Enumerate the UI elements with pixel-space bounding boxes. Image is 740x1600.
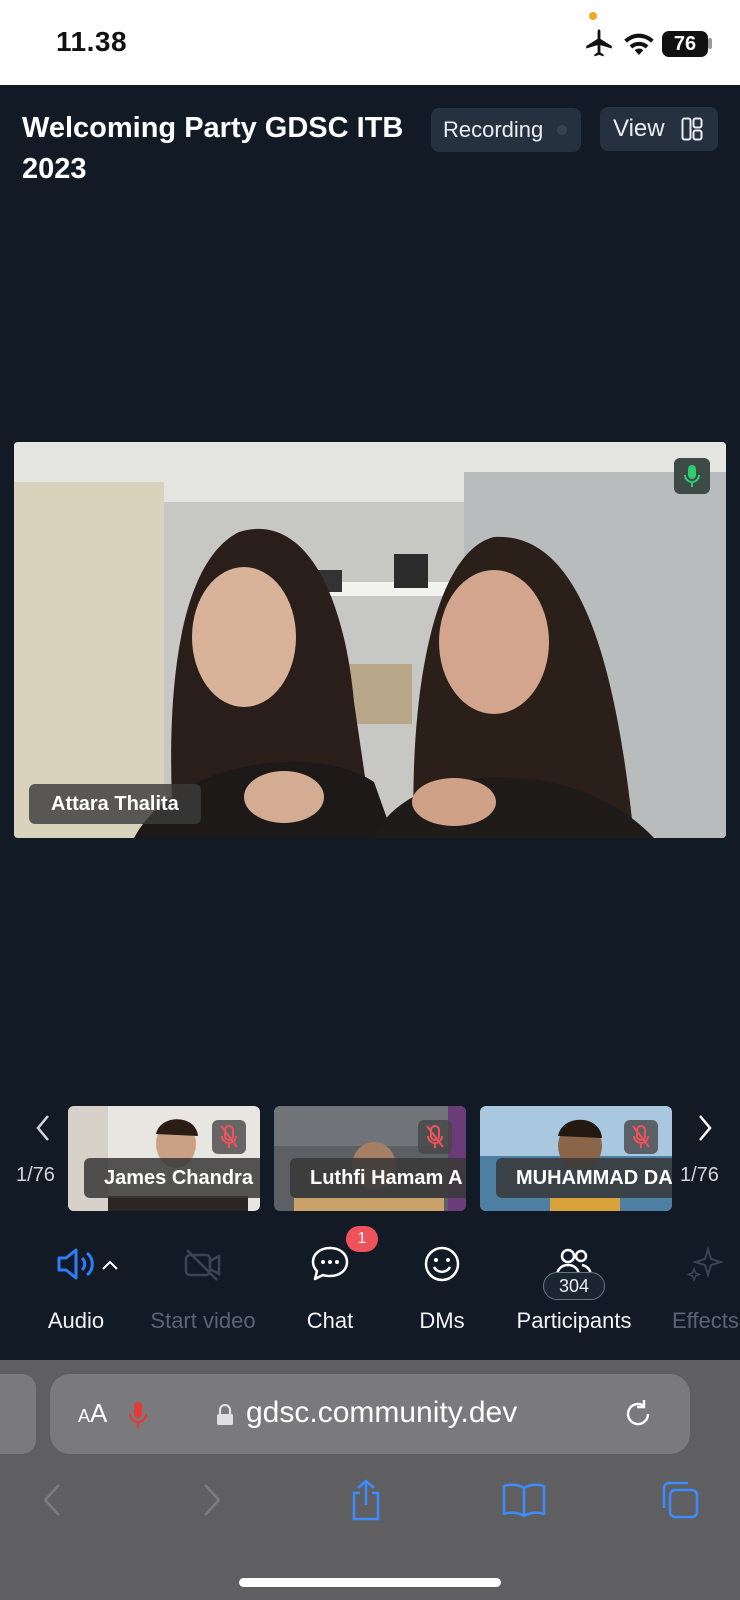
- start-video-button[interactable]: Start video: [148, 1240, 258, 1334]
- chevron-left-icon: [36, 1115, 49, 1141]
- sparkles-icon: [686, 1245, 725, 1283]
- back-button[interactable]: [30, 1478, 74, 1522]
- battery-cap: [708, 38, 712, 49]
- mic-muted-icon: [624, 1120, 658, 1154]
- recording-dot-icon: [557, 125, 567, 135]
- tabs-icon: [662, 1481, 699, 1519]
- chat-bubble-icon: [311, 1246, 349, 1281]
- home-indicator[interactable]: [239, 1578, 501, 1587]
- share-icon: [352, 1479, 380, 1521]
- chevron-up-icon: [102, 1260, 118, 1270]
- effects-label: Effects: [672, 1308, 739, 1333]
- meeting-title: Welcoming Party GDSC ITB 2023: [22, 112, 404, 185]
- forward-arrow-icon: [204, 1484, 221, 1516]
- prev-page-button[interactable]: [28, 1108, 58, 1148]
- chat-label: Chat: [306, 1308, 354, 1333]
- reader-text-size-icon[interactable]: AA: [78, 1398, 107, 1429]
- recording-label: Recording: [443, 117, 544, 142]
- dms-button[interactable]: DMs: [412, 1240, 472, 1334]
- page-indicator-left: 1/76: [16, 1164, 55, 1186]
- mic-muted-icon: [418, 1120, 452, 1154]
- reload-icon[interactable]: [622, 1398, 654, 1430]
- participant-thumbnail[interactable]: Luthfi Hamam A: [274, 1106, 466, 1211]
- back-arrow-icon: [43, 1484, 60, 1516]
- video-feed-image: [14, 442, 726, 838]
- participant-name: James Chandra: [84, 1158, 260, 1198]
- mic-muted-icon: [212, 1120, 246, 1154]
- next-page-button[interactable]: [690, 1108, 720, 1148]
- audio-label: Audio: [47, 1308, 105, 1333]
- status-bar: 11.38 76: [0, 0, 740, 85]
- url-text: gdsc.community.dev: [246, 1396, 518, 1429]
- video-off-icon: [184, 1249, 221, 1281]
- privacy-indicator-dot: [589, 12, 597, 20]
- participants-label: Participants: [516, 1308, 632, 1333]
- participant-name: Luthfi Hamam A: [290, 1158, 466, 1198]
- smiley-icon: [424, 1246, 460, 1282]
- audio-options-button[interactable]: [101, 1258, 119, 1276]
- address-bar[interactable]: AA gdsc.community.dev: [50, 1374, 690, 1454]
- previous-tab-peek[interactable]: [0, 1374, 36, 1454]
- forward-button[interactable]: [190, 1478, 234, 1522]
- chevron-right-icon: [699, 1115, 712, 1141]
- chat-button[interactable]: Chat: [300, 1240, 360, 1334]
- wifi-icon: [624, 33, 654, 56]
- book-icon: [502, 1483, 546, 1518]
- participant-thumbnail[interactable]: James Chandra: [68, 1106, 260, 1211]
- view-button[interactable]: View: [600, 107, 718, 151]
- speaker-icon: [57, 1248, 94, 1280]
- bookmarks-button[interactable]: [500, 1478, 548, 1522]
- participants-count-badge: 304: [543, 1272, 605, 1300]
- chat-unread-badge: 1: [346, 1226, 378, 1252]
- mic-on-icon: [674, 458, 710, 494]
- recording-button[interactable]: Recording: [431, 108, 581, 152]
- view-label: View: [613, 115, 665, 142]
- effects-button[interactable]: Effects: [672, 1240, 740, 1334]
- lock-icon: [217, 1404, 233, 1425]
- dms-label: DMs: [419, 1308, 465, 1333]
- main-video-tile[interactable]: Attara Thalita: [14, 442, 726, 838]
- battery-indicator: 76: [662, 31, 708, 57]
- speaker-name-tag: Attara Thalita: [29, 784, 201, 824]
- airplane-mode-icon: [586, 29, 612, 57]
- start-video-label: Start video: [150, 1308, 256, 1333]
- participant-name: MUHAMMAD DA: [496, 1158, 672, 1198]
- grid-layout-icon: [681, 117, 703, 141]
- microphone-icon[interactable]: [128, 1400, 148, 1430]
- share-button[interactable]: [344, 1478, 388, 1522]
- audio-button[interactable]: Audio: [45, 1240, 107, 1334]
- tabs-button[interactable]: [658, 1478, 702, 1522]
- participant-thumbnail[interactable]: MUHAMMAD DA: [480, 1106, 672, 1211]
- page-indicator-right: 1/76: [680, 1164, 719, 1186]
- status-time: 11.38: [56, 26, 128, 57]
